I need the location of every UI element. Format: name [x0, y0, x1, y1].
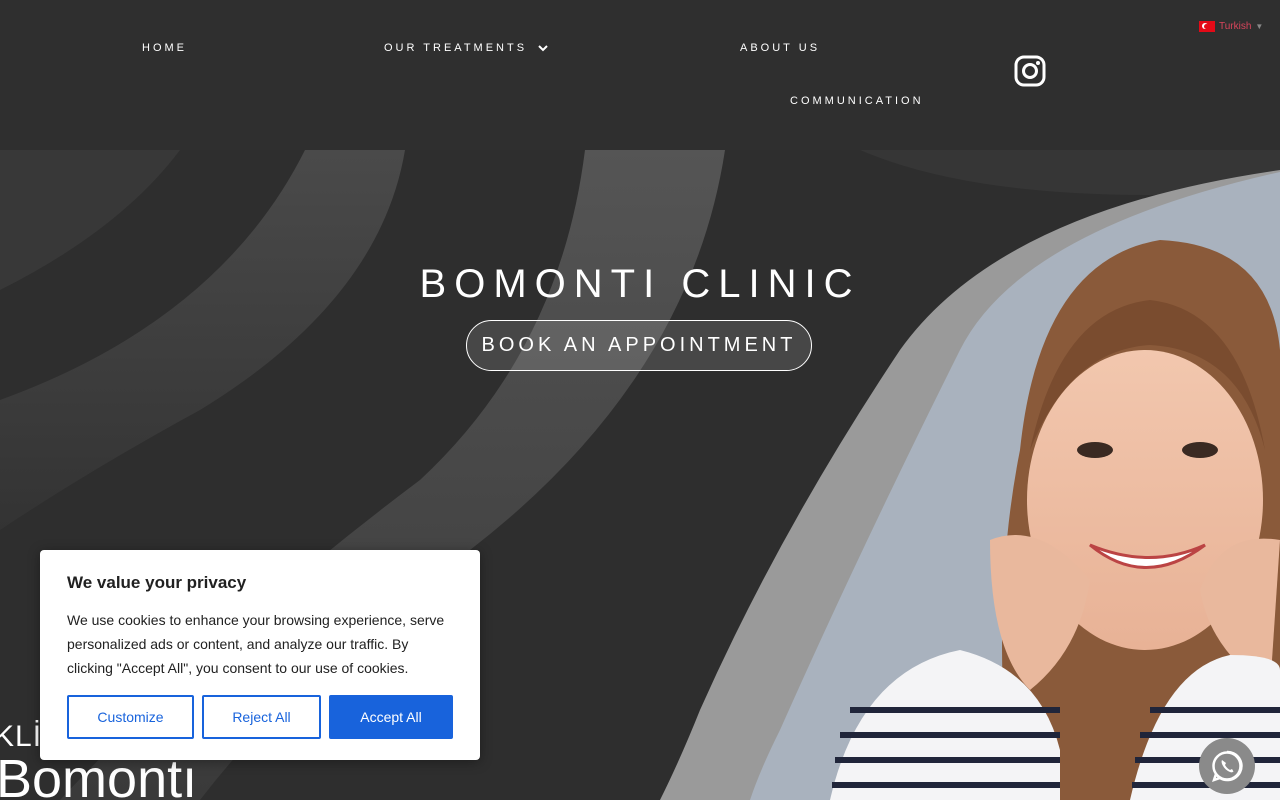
instagram-icon[interactable] — [1014, 55, 1046, 87]
reject-all-button[interactable]: Reject All — [202, 695, 321, 739]
book-appointment-button[interactable]: BOOK AN APPOINTMENT — [466, 320, 812, 371]
accept-all-button[interactable]: Accept All — [329, 695, 453, 739]
customize-button[interactable]: Customize — [67, 695, 194, 739]
hero-title: BOMONTI CLINIC — [419, 262, 861, 306]
language-label: Turkish — [1219, 21, 1252, 32]
language-switcher[interactable]: Turkish ▼ — [1199, 21, 1263, 32]
nav-about-us[interactable]: ABOUT US — [740, 42, 820, 54]
chevron-down-icon — [538, 45, 548, 52]
nav-our-treatments[interactable]: OUR TREATMENTS — [384, 42, 549, 54]
nav-home[interactable]: HOME — [142, 42, 187, 54]
nav-communication[interactable]: COMMUNICATION — [790, 95, 924, 107]
tr-flag-icon — [1199, 21, 1215, 32]
cookie-title: We value your privacy — [67, 573, 247, 592]
cookie-description: We use cookies to enhance your browsing … — [67, 612, 445, 676]
site-header: HOME OUR TREATMENTS ABOUT US COMMUNICATI… — [0, 0, 1280, 150]
caret-down-icon: ▼ — [1255, 22, 1264, 31]
whatsapp-button[interactable] — [1199, 738, 1255, 794]
nav-our-treatments-label: OUR TREATMENTS — [384, 42, 528, 54]
whatsapp-icon — [1212, 750, 1243, 782]
cookie-consent-dialog: We value your privacy We use cookies to … — [40, 550, 480, 760]
